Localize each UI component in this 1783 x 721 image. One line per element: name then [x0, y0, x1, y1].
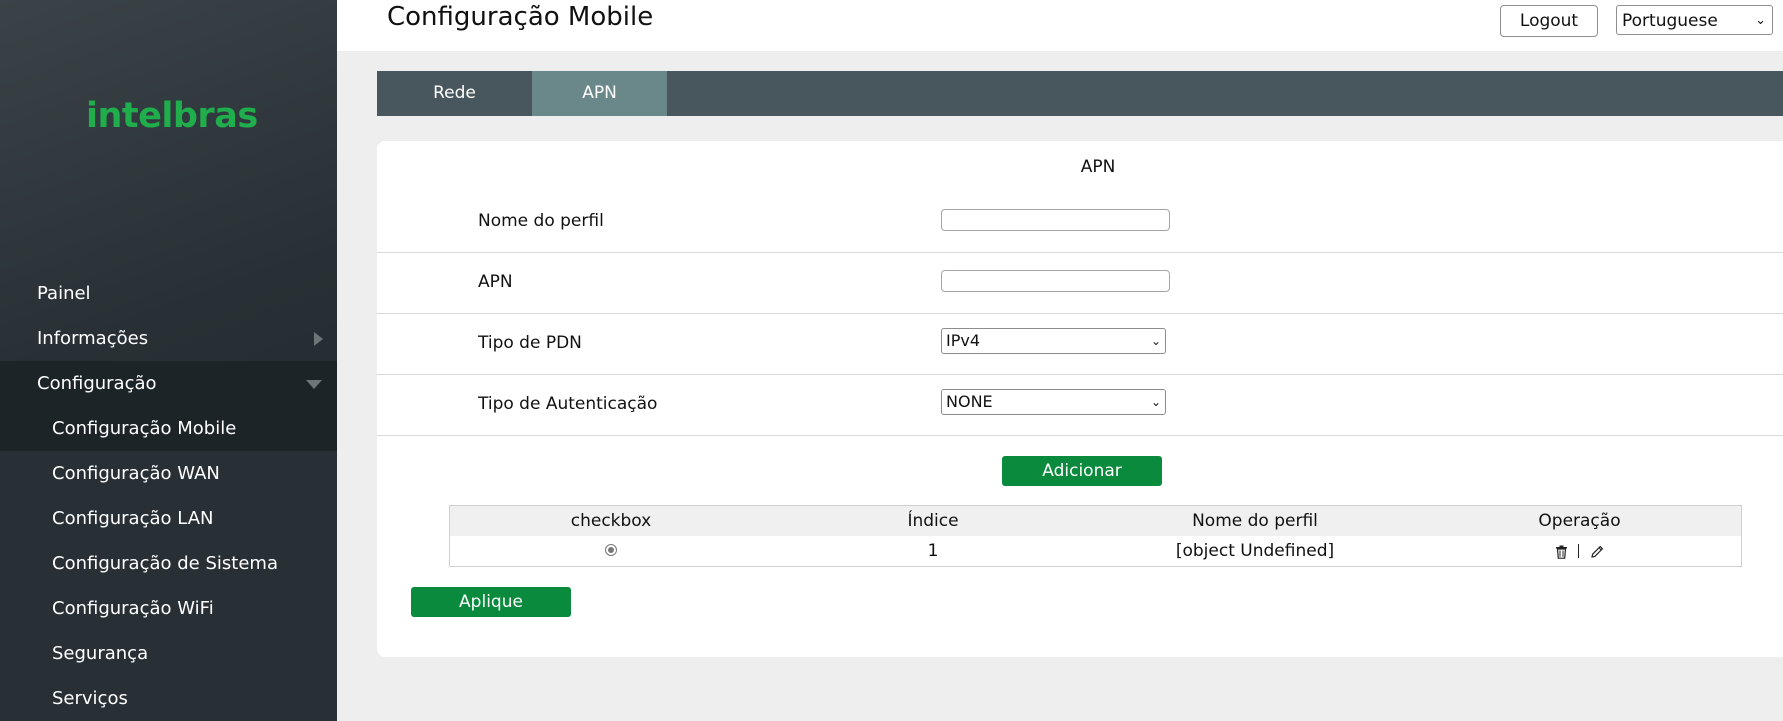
- chevron-down-icon: ⌄: [1150, 334, 1161, 348]
- language-select[interactable]: Portuguese ⌄: [1616, 5, 1773, 35]
- profile-name-label: Nome do perfil: [478, 211, 604, 231]
- sidebar-item-configuracao-wifi[interactable]: Configuração WiFi: [0, 586, 337, 631]
- form-row-profile-name: Nome do perfil: [377, 192, 1783, 253]
- column-header-profile-name: Nome do perfil: [1192, 511, 1318, 531]
- form-row-pdn-type: Tipo de PDN IPv4 ⌄: [377, 314, 1783, 375]
- sidebar-item-configuracao[interactable]: Configuração: [0, 361, 337, 406]
- chevron-down-icon: [306, 380, 322, 389]
- add-button[interactable]: Adicionar: [1002, 456, 1162, 486]
- sidebar-item-servicos[interactable]: Serviços: [0, 676, 337, 721]
- sidebar-item-seguranca[interactable]: Segurança: [0, 631, 337, 676]
- form-row-auth-type: Tipo de Autenticação NONE ⌄: [377, 375, 1783, 436]
- apn-profile-table: checkbox Índice Nome do perfil Operação …: [449, 505, 1742, 567]
- table-header: checkbox Índice Nome do perfil Operação: [450, 506, 1741, 536]
- sidebar-item-configuracao-sistema[interactable]: Configuração de Sistema: [0, 541, 337, 586]
- sidebar-item-label: Segurança: [52, 643, 149, 664]
- row-profile-name: [object Undefined]: [1175, 541, 1335, 561]
- operation-divider: [1578, 544, 1580, 558]
- intelbras-logo: intelbras: [86, 96, 258, 136]
- sidebar-item-painel[interactable]: Painel: [0, 271, 337, 316]
- column-header-index: Índice: [907, 511, 959, 531]
- apn-label: APN: [478, 272, 513, 292]
- auth-type-select[interactable]: NONE ⌄: [941, 389, 1166, 415]
- column-header-checkbox: checkbox: [570, 511, 652, 531]
- sidebar-item-configuracao-mobile[interactable]: Configuração Mobile: [0, 406, 337, 451]
- top-header: Configuração Mobile Logout Portuguese ⌄: [337, 0, 1783, 51]
- edit-icon[interactable]: [1590, 544, 1604, 560]
- apn-input[interactable]: [941, 270, 1170, 292]
- row-operations: [1416, 536, 1743, 566]
- tab-apn[interactable]: APN: [532, 71, 667, 116]
- sidebar-item-label: Painel: [37, 283, 91, 304]
- section-title: APN: [1080, 157, 1116, 177]
- sidebar-item-label: Configuração WiFi: [52, 598, 214, 619]
- column-header-operation: Operação: [1538, 511, 1621, 531]
- sidebar-item-label: Configuração de Sistema: [52, 553, 278, 574]
- table-row: 1 [object Undefined]: [450, 536, 1741, 566]
- apn-card: APN Nome do perfil APN Tipo de PDN IPv4 …: [377, 141, 1783, 657]
- row-select-cell: [450, 536, 772, 566]
- apply-button[interactable]: Aplique: [411, 587, 571, 617]
- chevron-down-icon: ⌄: [1755, 13, 1766, 28]
- logout-button[interactable]: Logout: [1500, 5, 1598, 37]
- delete-icon[interactable]: [1555, 544, 1572, 560]
- pdn-type-label: Tipo de PDN: [478, 333, 582, 353]
- sidebar-item-configuracao-lan[interactable]: Configuração LAN: [0, 496, 337, 541]
- sidebar-nav: Painel Informações Configuração Configur…: [0, 271, 337, 721]
- sidebar-item-label: Configuração Mobile: [52, 418, 237, 439]
- chevron-down-icon: ⌄: [1150, 395, 1161, 409]
- auth-type-select-value: NONE: [946, 392, 993, 411]
- sidebar-item-label: Configuração WAN: [52, 463, 220, 484]
- form-row-apn: APN: [377, 253, 1783, 314]
- row-index: 1: [927, 541, 939, 561]
- auth-type-label: Tipo de Autenticação: [478, 394, 658, 414]
- pdn-type-select[interactable]: IPv4 ⌄: [941, 328, 1166, 354]
- sidebar-item-label: Informações: [37, 328, 149, 349]
- page-title: Configuração Mobile: [387, 2, 654, 32]
- sidebar-item-label: Serviços: [52, 688, 128, 709]
- sidebar-submenu: Configuração Mobile Configuração WAN Con…: [0, 406, 337, 721]
- sidebar-item-label: Configuração LAN: [52, 508, 214, 529]
- language-select-value: Portuguese: [1622, 11, 1718, 31]
- sidebar: intelbras Painel Informações Configuraçã…: [0, 0, 337, 721]
- tab-rede[interactable]: Rede: [377, 71, 532, 116]
- sidebar-item-informacoes[interactable]: Informações: [0, 316, 337, 361]
- pdn-type-select-value: IPv4: [946, 331, 981, 350]
- row-select-radio[interactable]: [605, 543, 617, 556]
- sidebar-item-label: Configuração: [37, 373, 157, 394]
- tab-bar: Rede APN: [377, 71, 1783, 116]
- chevron-right-icon: [314, 332, 323, 346]
- sidebar-item-configuracao-wan[interactable]: Configuração WAN: [0, 451, 337, 496]
- profile-name-input[interactable]: [941, 209, 1170, 231]
